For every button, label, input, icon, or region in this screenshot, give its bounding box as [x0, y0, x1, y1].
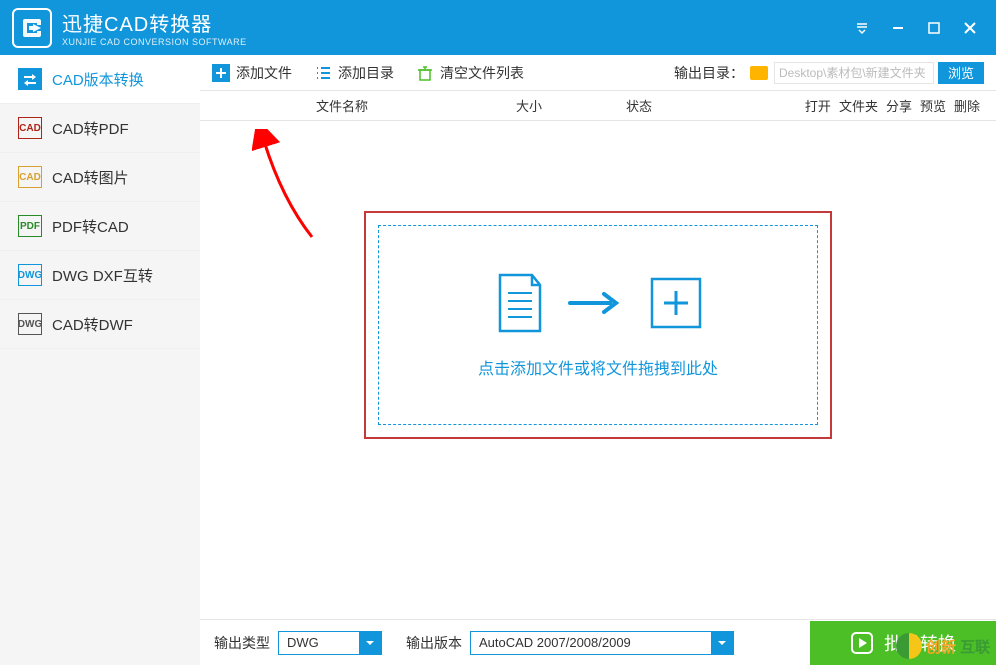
- list-icon: [314, 64, 332, 82]
- annotation-arrow: [252, 129, 322, 249]
- sidebar: CAD版本转换 CAD CAD转PDF CAD CAD转图片 PDF PDF转C…: [0, 55, 200, 665]
- output-type-value: DWG: [279, 635, 359, 650]
- output-version-label: 输出版本: [406, 633, 462, 653]
- cad-image-icon: CAD: [18, 166, 42, 188]
- sidebar-item-label: PDF转CAD: [52, 216, 129, 237]
- col-folder: 文件夹: [839, 96, 878, 115]
- app-logo: [12, 8, 52, 48]
- col-filename: 文件名称: [316, 96, 516, 115]
- file-list-area: 点击添加文件或将文件拖拽到此处: [200, 121, 996, 619]
- col-delete: 删除: [954, 96, 980, 115]
- plus-icon: [212, 64, 230, 82]
- cad-pdf-icon: CAD: [18, 117, 42, 139]
- convert-icon: [18, 68, 42, 90]
- sidebar-item-cad-to-dwf[interactable]: DWG CAD转DWF: [0, 300, 200, 349]
- col-preview: 预览: [920, 96, 946, 115]
- column-header: 文件名称 大小 状态 打开 文件夹 分享 预览 删除: [200, 91, 996, 121]
- app-title: 迅捷CAD转换器: [62, 8, 852, 37]
- watermark-text-2: 互联: [960, 636, 990, 657]
- add-folder-label: 添加目录: [338, 63, 394, 83]
- sidebar-item-label: CAD转图片: [52, 167, 129, 188]
- col-share: 分享: [886, 96, 912, 115]
- col-status: 状态: [626, 96, 736, 115]
- chevron-down-icon: [359, 632, 381, 654]
- sidebar-item-cad-to-pdf[interactable]: CAD CAD转PDF: [0, 104, 200, 153]
- sidebar-item-label: DWG DXF互转: [52, 265, 153, 286]
- cad-dwf-icon: DWG: [18, 313, 42, 335]
- annotation-highlight: 点击添加文件或将文件拖拽到此处: [364, 211, 832, 439]
- sidebar-item-label: CAD转DWF: [52, 314, 133, 335]
- watermark-logo-icon: [896, 633, 922, 659]
- chevron-down-icon: [711, 632, 733, 654]
- output-path-input[interactable]: Desktop\素材包\新建文件夹: [774, 62, 934, 84]
- plus-box-icon: [648, 275, 704, 331]
- col-open: 打开: [805, 96, 831, 115]
- dropzone-text: 点击添加文件或将文件拖拽到此处: [478, 355, 718, 379]
- sidebar-item-label: CAD版本转换: [52, 69, 144, 90]
- watermark-text-1: 创新: [926, 636, 956, 657]
- col-size: 大小: [516, 96, 626, 115]
- sidebar-item-cad-version[interactable]: CAD版本转换: [0, 55, 200, 104]
- sidebar-item-dwg-dxf[interactable]: DWG DWG DXF互转: [0, 251, 200, 300]
- main-panel: 添加文件 添加目录 清空文件列表 输出目录： Desktop\素材包\新建文件夹…: [200, 55, 996, 665]
- watermark: 创新互联: [896, 633, 990, 659]
- play-icon: [850, 631, 874, 655]
- titlebar: 迅捷CAD转换器 XUNJIE CAD CONVERSION SOFTWARE: [0, 0, 996, 55]
- document-icon: [492, 271, 548, 335]
- sidebar-item-cad-to-image[interactable]: CAD CAD转图片: [0, 153, 200, 202]
- toolbar: 添加文件 添加目录 清空文件列表 输出目录： Desktop\素材包\新建文件夹…: [200, 55, 996, 91]
- output-type-select[interactable]: DWG: [278, 631, 382, 655]
- dwg-dxf-icon: DWG: [18, 264, 42, 286]
- minimize-icon[interactable]: [888, 18, 908, 38]
- app-subtitle: XUNJIE CAD CONVERSION SOFTWARE: [62, 37, 852, 47]
- arrow-right-icon: [568, 288, 628, 318]
- output-dir-label: 输出目录：: [674, 63, 744, 83]
- dropzone-icons: [492, 271, 704, 335]
- dropdown-icon[interactable]: [852, 18, 872, 38]
- sidebar-item-label: CAD转PDF: [52, 118, 129, 139]
- add-file-button[interactable]: 添加文件: [212, 63, 292, 83]
- output-version-select[interactable]: AutoCAD 2007/2008/2009: [470, 631, 734, 655]
- pdf-cad-icon: PDF: [18, 215, 42, 237]
- clear-list-label: 清空文件列表: [440, 63, 524, 83]
- add-file-label: 添加文件: [236, 63, 292, 83]
- sidebar-item-pdf-to-cad[interactable]: PDF PDF转CAD: [0, 202, 200, 251]
- dropzone[interactable]: 点击添加文件或将文件拖拽到此处: [378, 225, 818, 425]
- output-type-label: 输出类型: [214, 633, 270, 653]
- folder-icon: [750, 66, 768, 80]
- add-folder-button[interactable]: 添加目录: [314, 63, 394, 83]
- close-icon[interactable]: [960, 18, 980, 38]
- trash-icon: [416, 64, 434, 82]
- maximize-icon[interactable]: [924, 18, 944, 38]
- clear-list-button[interactable]: 清空文件列表: [416, 63, 524, 83]
- output-version-value: AutoCAD 2007/2008/2009: [471, 635, 711, 650]
- browse-button[interactable]: 浏览: [938, 62, 984, 84]
